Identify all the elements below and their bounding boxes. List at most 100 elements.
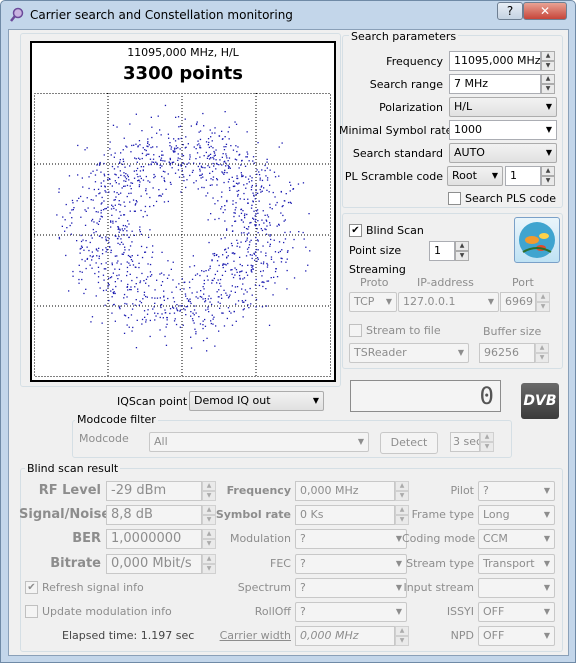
close-button[interactable]: ✕	[523, 2, 567, 20]
proto-select[interactable]: TCP ▼	[349, 292, 397, 312]
fec-select[interactable]: ? ▼	[295, 554, 407, 574]
rolloff-select[interactable]: ? ▼	[295, 602, 407, 622]
buffer-size-spinner[interactable]: ▲ ▼	[535, 343, 549, 363]
spectrum-select[interactable]: ? ▼	[295, 578, 407, 598]
search-standard-value: AUTO	[454, 146, 485, 159]
detect-button[interactable]: Detect	[380, 432, 438, 454]
frequency-input[interactable]: 11095,000 MHz	[449, 51, 541, 71]
stream-type-value: Transport	[483, 557, 535, 570]
modcode-filter-title: Modcode filter	[75, 413, 158, 426]
rf-level-label: RF Level	[38, 483, 101, 498]
fish-logo-icon[interactable]	[514, 217, 560, 263]
issyi-value: OFF	[483, 605, 505, 618]
polarization-value: H/L	[454, 100, 473, 113]
constellation-canvas	[34, 93, 331, 377]
snr-label: Signal/Noise	[19, 507, 111, 522]
pls-code-input[interactable]: 1	[505, 166, 541, 186]
modcode-label: Modcode	[79, 432, 129, 445]
constellation-plot: 11095,000 MHz, H/L 3300 points	[30, 41, 336, 382]
rf-level-value: -29 dBm	[106, 481, 202, 501]
fec-value: ?	[300, 557, 306, 570]
frequency-spinner[interactable]: ▲ ▼	[541, 51, 555, 71]
pls-mode-value: Root	[452, 169, 477, 182]
plot-points-label: 3300 points	[123, 63, 243, 84]
stream-to-file-label: Stream to file	[366, 324, 441, 337]
frequency-label: Frequency	[386, 55, 443, 68]
title-bar[interactable]: Carrier search and Constellation monitor…	[1, 1, 575, 29]
bitrate-label: Bitrate	[50, 556, 101, 571]
result-frequency-value: 0,000 MHz	[295, 481, 395, 501]
chevron-down-icon: ▼	[487, 297, 494, 306]
point-size-input[interactable]: 1	[429, 241, 455, 261]
ip-address-select[interactable]: 127.0.0.1 ▼	[398, 292, 499, 312]
ber-label: BER	[72, 531, 101, 546]
rolloff-value: ?	[300, 605, 306, 618]
update-modulation-label: Update modulation info	[42, 605, 172, 618]
modcode-value: All	[154, 435, 168, 448]
modulation-select[interactable]: ? ▼	[295, 529, 407, 549]
proto-value: TCP	[354, 295, 375, 308]
pls-mode-select[interactable]: Root ▼	[447, 166, 503, 186]
modcode-select[interactable]: All ▼	[149, 432, 369, 452]
buffer-size-input[interactable]: 96256	[479, 343, 535, 363]
pls-label: PL Scramble code	[344, 170, 443, 183]
search-pls-checkbox[interactable]	[448, 192, 461, 205]
detect-interval-input[interactable]: 3 sec	[450, 432, 480, 452]
search-range-spinner[interactable]: ▲ ▼	[541, 74, 555, 94]
chevron-down-icon: ▼	[543, 559, 550, 568]
file-format-value: TSReader	[354, 346, 407, 359]
point-size-spinner[interactable]: ▲ ▼	[455, 241, 469, 261]
pilot-label: Pilot	[450, 484, 474, 497]
search-standard-select[interactable]: AUTO ▼	[449, 143, 557, 163]
refresh-signal-checkbox[interactable]: ✔	[25, 581, 38, 594]
port-spinner[interactable]: ▲ ▼	[536, 292, 550, 312]
blind-scan-label: Blind Scan	[366, 224, 424, 237]
iqscan-select[interactable]: Demod IQ out ▼	[189, 391, 324, 411]
fec-label: FEC	[270, 557, 291, 570]
search-range-input[interactable]: 7 MHz	[449, 74, 541, 94]
elapsed-time-label: Elapsed time: 1.197 sec	[62, 629, 195, 642]
proto-label: Proto	[360, 276, 389, 289]
chevron-down-icon: ▼	[545, 102, 552, 111]
polarization-select[interactable]: H/L ▼	[449, 97, 557, 117]
help-button[interactable]: ?	[497, 2, 523, 20]
chevron-down-icon: ▼	[543, 607, 550, 616]
issyi-select[interactable]: OFF ▼	[478, 602, 555, 622]
port-input[interactable]: 6969	[500, 292, 536, 312]
detect-interval-spinner[interactable]: ▲ ▼	[480, 432, 494, 452]
dialog-body: 11095,000 MHz, H/L 3300 points Search pa…	[8, 29, 569, 656]
frame-type-select[interactable]: Long ▼	[478, 505, 555, 525]
constellation-grid	[34, 93, 331, 377]
search-parameters-title: Search parameters	[349, 30, 459, 43]
file-format-select[interactable]: TSReader ▼	[349, 343, 469, 363]
carrier-width-label[interactable]: Carrier width	[205, 629, 291, 642]
port-label: Port	[512, 276, 534, 289]
coding-mode-label: Coding mode	[402, 532, 476, 545]
npd-value: OFF	[483, 629, 505, 642]
stream-type-select[interactable]: Transport ▼	[478, 554, 555, 574]
chevron-down-icon: ▼	[357, 437, 364, 446]
plot-frequency-label: 11095,000 MHz, H/L	[127, 46, 239, 59]
modulation-label: Modulation	[229, 532, 291, 545]
refresh-signal-label: Refresh signal info	[42, 581, 144, 594]
coding-mode-value: CCM	[483, 532, 508, 545]
blind-scan-result-title: Blind scan result	[25, 462, 121, 475]
rolloff-label: RollOff	[254, 605, 291, 618]
npd-label: NPD	[450, 629, 474, 642]
frame-type-value: Long	[483, 508, 510, 521]
pilot-select[interactable]: ? ▼	[478, 481, 555, 501]
chevron-down-icon: ▼	[545, 148, 552, 157]
issyi-label: ISSYI	[446, 605, 474, 618]
input-stream-select[interactable]: ▼	[478, 578, 555, 598]
blind-scan-checkbox[interactable]: ✔	[349, 224, 362, 237]
signal-lcd-display: 0	[350, 380, 501, 412]
symbol-rate-select[interactable]: 1000 ▼	[449, 120, 557, 140]
polarization-label: Polarization	[379, 101, 443, 114]
buffer-size-label: Buffer size	[483, 325, 542, 338]
stream-to-file-checkbox[interactable]	[349, 324, 362, 337]
search-standard-label: Search standard	[352, 147, 443, 160]
npd-select[interactable]: OFF ▼	[478, 626, 555, 646]
update-modulation-checkbox[interactable]	[25, 605, 38, 618]
pls-code-spinner[interactable]: ▲ ▼	[541, 166, 555, 186]
coding-mode-select[interactable]: CCM ▼	[478, 529, 555, 549]
